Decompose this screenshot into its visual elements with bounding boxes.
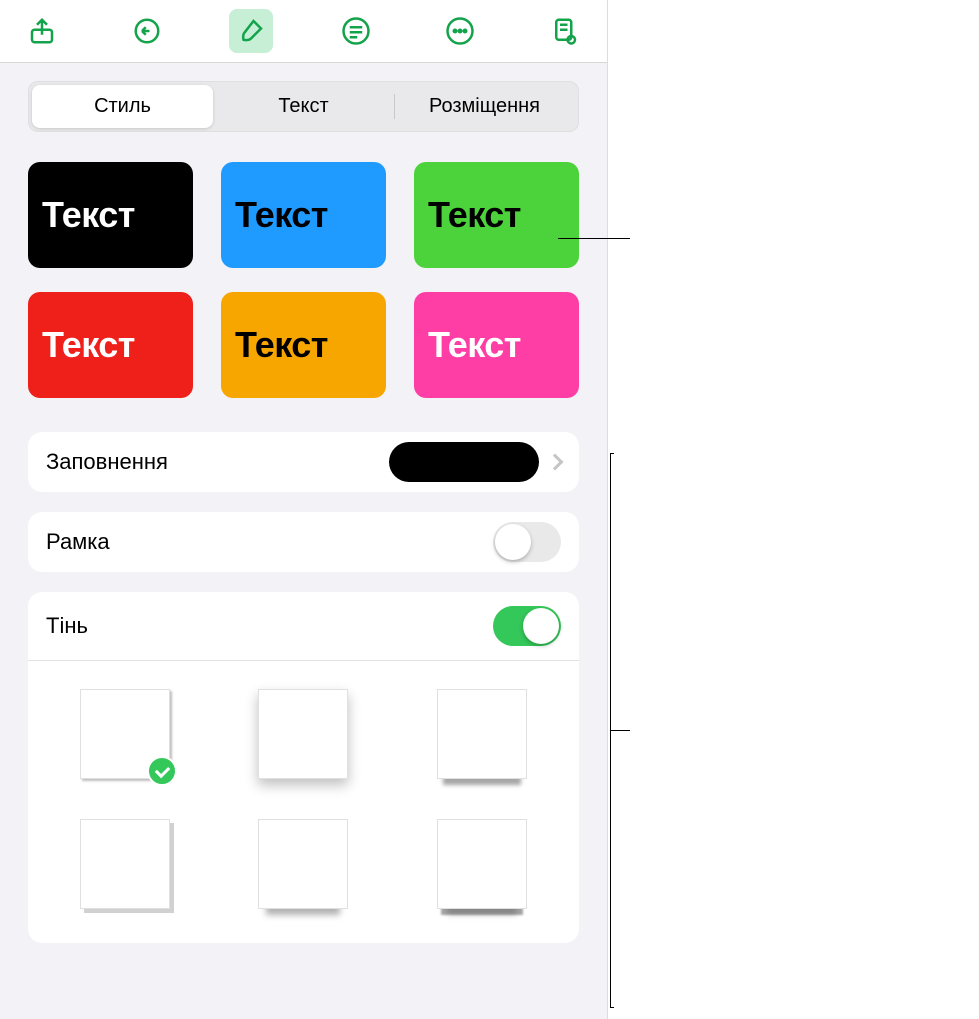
view-options-button[interactable] bbox=[543, 9, 587, 53]
document-eye-icon bbox=[550, 16, 580, 46]
top-toolbar bbox=[0, 0, 607, 63]
style-preset-4[interactable]: Текст bbox=[221, 292, 386, 398]
chevron-right-icon bbox=[547, 454, 564, 471]
tab-layout[interactable]: Розміщення bbox=[394, 85, 575, 128]
callout-line bbox=[558, 238, 630, 239]
share-button[interactable] bbox=[20, 9, 64, 53]
undo-icon bbox=[132, 16, 162, 46]
shadow-section: Тінь bbox=[28, 592, 579, 943]
tab-text[interactable]: Текст bbox=[213, 85, 394, 128]
more-button[interactable] bbox=[438, 9, 482, 53]
text-format-button[interactable] bbox=[334, 9, 378, 53]
style-preset-0[interactable]: Текст bbox=[28, 162, 193, 268]
shadow-option-2[interactable] bbox=[437, 689, 527, 779]
fill-label: Заповнення bbox=[46, 449, 389, 475]
ellipsis-icon bbox=[445, 16, 475, 46]
style-presets-grid: Текст Текст Текст Текст Текст Текст bbox=[28, 162, 579, 398]
border-toggle[interactable] bbox=[493, 522, 561, 562]
format-button[interactable] bbox=[229, 9, 273, 53]
callout-line bbox=[610, 730, 630, 731]
shadow-option-3[interactable] bbox=[80, 819, 170, 909]
shadow-option-5[interactable] bbox=[437, 819, 527, 909]
shadow-label: Тінь bbox=[46, 613, 493, 639]
format-tabs: Стиль Текст Розміщення bbox=[28, 81, 579, 132]
share-icon bbox=[27, 16, 57, 46]
style-preset-5[interactable]: Текст bbox=[414, 292, 579, 398]
callout-line bbox=[610, 453, 614, 454]
shadow-toggle[interactable] bbox=[493, 606, 561, 646]
lines-icon bbox=[341, 16, 371, 46]
border-label: Рамка bbox=[46, 529, 493, 555]
style-preset-1[interactable]: Текст bbox=[221, 162, 386, 268]
callout-line bbox=[610, 1007, 614, 1008]
shadow-option-0[interactable] bbox=[80, 689, 170, 779]
shadow-option-4[interactable] bbox=[258, 819, 348, 909]
shadow-options-grid bbox=[28, 661, 579, 943]
fill-color-swatch bbox=[389, 442, 539, 482]
fill-row[interactable]: Заповнення bbox=[28, 432, 579, 492]
checkmark-icon bbox=[147, 756, 177, 786]
tab-style[interactable]: Стиль bbox=[32, 85, 213, 128]
undo-button[interactable] bbox=[125, 9, 169, 53]
border-row: Рамка bbox=[28, 512, 579, 572]
style-preset-2[interactable]: Текст bbox=[414, 162, 579, 268]
style-preset-3[interactable]: Текст bbox=[28, 292, 193, 398]
brush-icon bbox=[236, 16, 266, 46]
shadow-option-1[interactable] bbox=[258, 689, 348, 779]
